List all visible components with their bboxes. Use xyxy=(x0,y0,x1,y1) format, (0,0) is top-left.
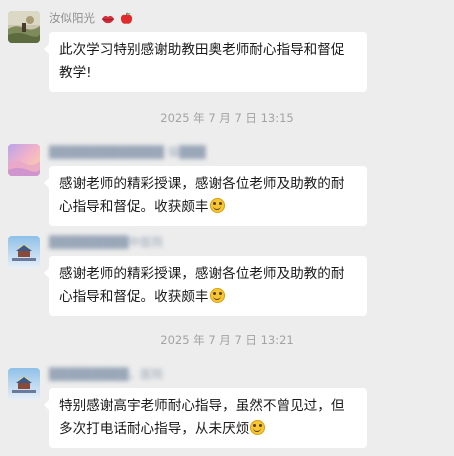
message-bubble[interactable]: 感谢老师的精彩授课，感谢各位老师及助教的耐心指导和督促。收获颇丰 xyxy=(44,166,367,226)
message-bubble[interactable]: 感谢老师的精彩授课，感谢各位老师及助教的耐心指导和督促。收获颇丰 xyxy=(44,256,367,316)
smile-emoji-icon xyxy=(209,288,225,303)
chat-message-list[interactable]: 汝似阳光 此次学习特别感谢助教田奥老师耐心指导和督促教学! 2025 年 7 月… xyxy=(0,0,454,456)
avatar-pavilion-image xyxy=(8,236,40,268)
avatar[interactable] xyxy=(8,144,40,176)
message-bubble[interactable]: 此次学习特别感谢助教田奥老师耐心指导和督促教学! xyxy=(44,32,367,92)
message-text: 此次学习特别感谢助教田奥老师耐心指导和督促教学! xyxy=(59,42,345,81)
avatar[interactable] xyxy=(8,236,40,268)
avatar[interactable] xyxy=(8,368,40,400)
message-text: 感谢老师的精彩授课，感谢各位老师及助教的耐心指导和督促。收获颇丰 xyxy=(59,176,345,215)
avatar-pavilion-image xyxy=(8,368,40,400)
sender-name: █████████████ 保███ xyxy=(49,145,206,159)
timestamp: 2025 年 7 月 7 日 13:15 xyxy=(160,111,294,125)
message-text: 感谢老师的精彩授课，感谢各位老师及助教的耐心指导和督促。收获颇丰 xyxy=(59,266,345,305)
timestamp: 2025 年 7 月 7 日 13:21 xyxy=(160,333,294,347)
sender-name: 汝似阳光 xyxy=(49,10,133,28)
lips-icon xyxy=(101,13,115,28)
avatar-landscape-image xyxy=(8,11,40,43)
message-bubble[interactable]: 特别感谢高宇老师耐心指导，虽然不曾见过，但多次打电话耐心指导，从未厌烦 xyxy=(44,388,367,448)
message-text: 特别感谢高宇老师耐心指导，虽然不曾见过，但多次打电话耐心指导，从未厌烦 xyxy=(59,398,345,437)
sender-name: █████████，医院 xyxy=(49,367,164,381)
sender-name: █████████中医院 xyxy=(49,235,164,249)
avatar[interactable] xyxy=(8,11,40,43)
avatar-pastel-image xyxy=(8,144,40,176)
smile-emoji-icon xyxy=(250,420,266,435)
sender-name-text: 汝似阳光 xyxy=(49,11,95,25)
apple-icon xyxy=(120,12,133,28)
smile-emoji-icon xyxy=(209,198,225,213)
